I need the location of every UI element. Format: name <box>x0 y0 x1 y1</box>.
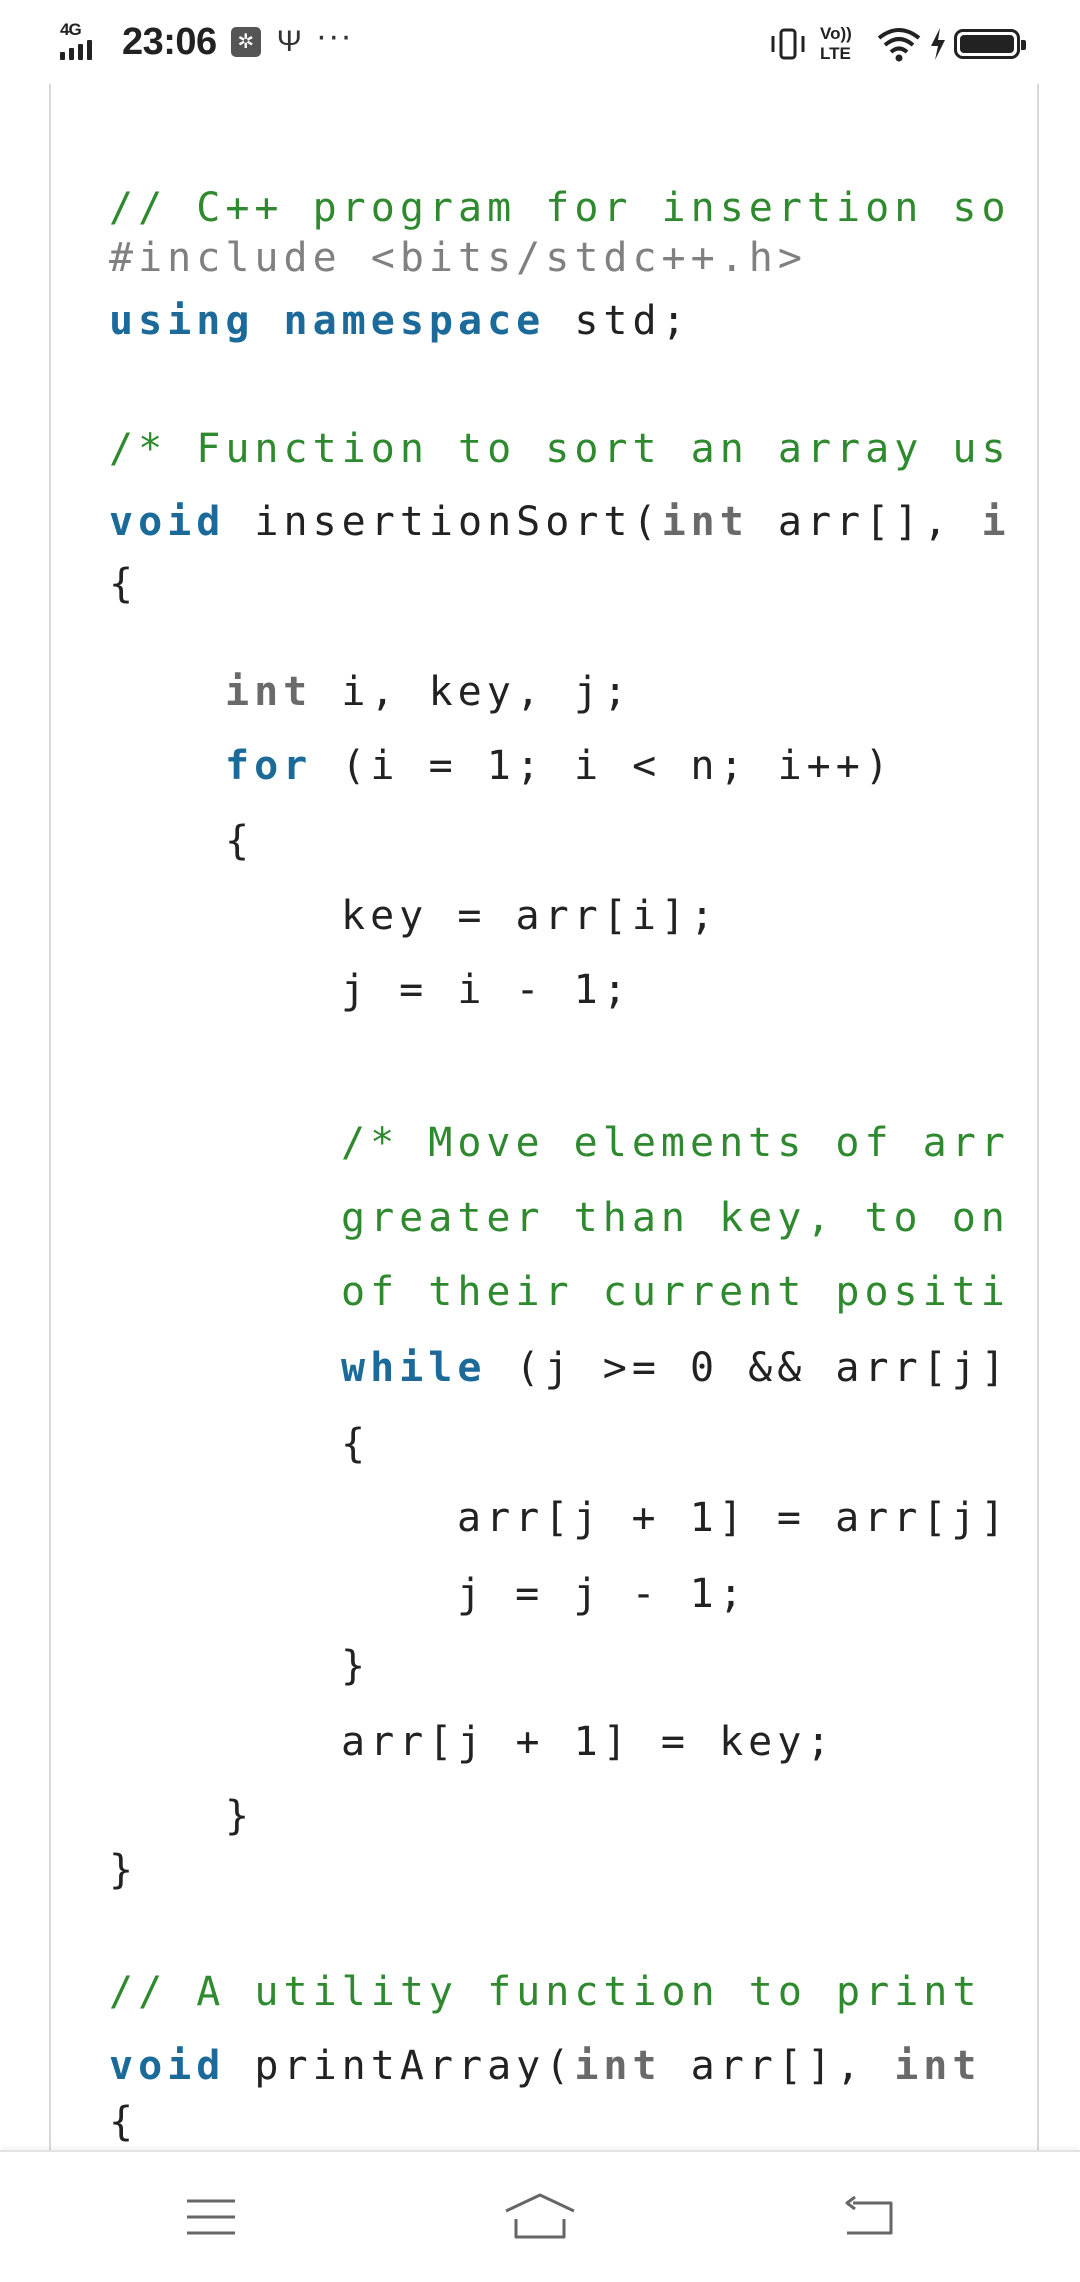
charging-icon <box>931 28 945 60</box>
code-token: // A utility function to print <box>109 1969 982 2015</box>
back-button[interactable] <box>824 2172 914 2262</box>
code-token: using namespace <box>109 298 546 344</box>
code-line: arr[j + 1] = key; <box>341 1716 835 1768</box>
code-token: } <box>341 1643 371 1689</box>
code-line: j = i - 1; <box>341 964 632 1016</box>
code-line: using namespace std; <box>109 295 691 347</box>
code-token: arr[], <box>748 499 982 545</box>
code-token: arr[j + 1] = arr[j] <box>457 1495 1010 1541</box>
navigation-bar <box>0 2150 1080 2282</box>
volte-line1: Vo)) <box>820 24 852 43</box>
code-token: of their current positi <box>341 1269 1010 1315</box>
code-line: } <box>225 1790 254 1842</box>
code-line: } <box>341 1640 370 1692</box>
code-line: // A utility function to print <box>109 1966 981 2018</box>
code-token: /* Move elements of arr <box>341 1120 1010 1166</box>
code-token: insertionSort( <box>225 499 662 545</box>
code-token: for <box>225 743 313 789</box>
code-line: greater than key, to on <box>341 1192 1010 1244</box>
code-token: j = i - 1; <box>341 967 632 1013</box>
code-token: int <box>574 2043 662 2089</box>
wifi-icon <box>877 28 921 62</box>
code-token: i <box>981 499 1011 545</box>
code-token: /* Function to sort an array us <box>109 426 1011 472</box>
code-line: { <box>109 2096 138 2148</box>
home-button[interactable] <box>495 2172 585 2262</box>
ellipsis-icon: ··· <box>315 16 353 55</box>
code-line: /* Move elements of arr <box>341 1117 1010 1169</box>
code-token: void <box>109 2043 226 2089</box>
code-line: } <box>109 1844 138 1896</box>
code-token: { <box>109 561 139 607</box>
signal-4g-icon: 4G <box>58 20 108 64</box>
code-token: int <box>894 2043 982 2089</box>
status-right: Vo)) LTE <box>768 20 1026 68</box>
code-line: for (i = 1; i < n; i++) <box>225 740 894 792</box>
code-token: i, key, j; <box>312 669 633 715</box>
code-token: (i = 1; i < n; i++) <box>312 743 894 789</box>
code-token: int <box>661 499 749 545</box>
code-token: } <box>109 1847 139 1893</box>
code-line: arr[j + 1] = arr[j] <box>457 1492 1010 1544</box>
usb-debug-icon: ✲ <box>230 27 261 57</box>
code-token: { <box>341 1421 371 1467</box>
network-type: 4G <box>60 20 82 39</box>
code-line: { <box>109 558 138 610</box>
code-token: // C++ program for insertion so <box>109 185 1011 231</box>
vibrate-icon <box>771 28 805 60</box>
code-token: j = j - 1; <box>457 1571 748 1617</box>
code-token: #include <bits/stdc++.h> <box>109 235 807 281</box>
code-line: void printArray(int arr[], int <box>109 2040 981 2092</box>
code-token: { <box>225 818 255 864</box>
code-line: of their current positi <box>341 1266 1010 1318</box>
volte-line2: LTE <box>820 44 851 63</box>
menu-button[interactable] <box>166 2172 256 2262</box>
code-line: int i, key, j; <box>225 666 632 718</box>
status-bar: 4G 23:06 ✲ Ψ ··· Vo)) LTE <box>0 0 1080 84</box>
code-token: arr[], <box>661 2043 895 2089</box>
code-line: while (j >= 0 && arr[j] <box>341 1342 1010 1394</box>
code-token: int <box>225 669 313 715</box>
menu-icon <box>187 2199 235 2235</box>
code-line: { <box>341 1418 370 1470</box>
code-token: greater than key, to on <box>341 1195 1010 1241</box>
code-block[interactable]: // C++ program for insertion so #include … <box>49 84 1039 2150</box>
code-token: while <box>341 1345 487 1391</box>
code-line: /* Function to sort an array us <box>109 423 1011 475</box>
status-left: 4G 23:06 ✲ Ψ ··· <box>58 16 353 66</box>
code-token: std; <box>545 298 691 344</box>
code-line: { <box>225 815 254 867</box>
code-line: void insertionSort(int arr[], i <box>109 496 1011 548</box>
code-token: printArray( <box>225 2043 575 2089</box>
battery-icon <box>954 29 1026 59</box>
back-icon <box>845 2195 893 2235</box>
home-icon <box>505 2193 575 2239</box>
code-token: { <box>109 2099 139 2145</box>
code-token: arr[j + 1] = key; <box>341 1719 836 1765</box>
code-line: key = arr[i]; <box>341 890 719 942</box>
code-token: void <box>109 499 226 545</box>
code-token: } <box>225 1793 255 1839</box>
code-line: j = j - 1; <box>457 1568 748 1620</box>
clock: 23:06 <box>122 20 217 63</box>
code-token: (j >= 0 && arr[j] <box>486 1345 1010 1391</box>
code-line: #include <bits/stdc++.h> <box>109 232 807 284</box>
volte-icon: Vo)) LTE <box>820 22 862 66</box>
usb-icon: Ψ <box>276 25 302 58</box>
code-token: key = arr[i]; <box>341 893 720 939</box>
code-line: // C++ program for insertion so <box>109 182 1011 234</box>
